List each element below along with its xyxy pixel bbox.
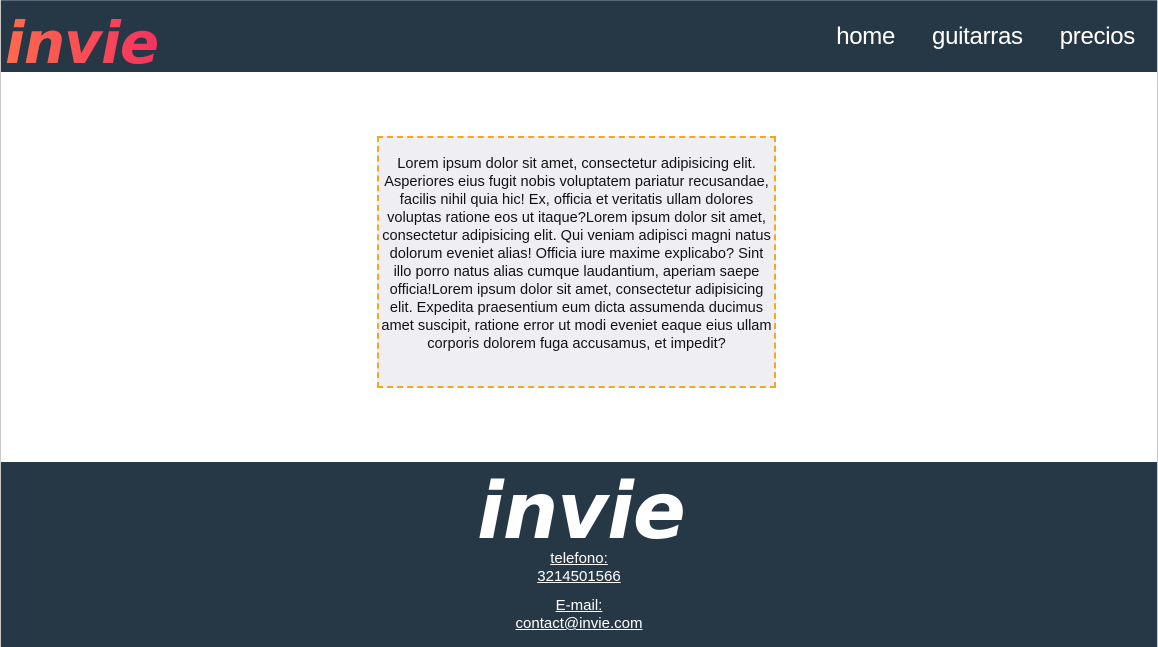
header-logo[interactable]: invie <box>5 3 197 77</box>
header-logo-text: invie <box>5 9 158 71</box>
footer-logo: invie <box>477 467 686 546</box>
nav-link-home[interactable]: home <box>836 23 895 51</box>
site-header: invie home guitarras precios <box>1 0 1157 77</box>
footer-logo-text: invie <box>477 467 685 546</box>
nav-link-precios[interactable]: precios <box>1060 23 1136 51</box>
lorem-content-box: Lorem ipsum dolor sit amet, consectetur … <box>377 136 776 388</box>
email-label[interactable]: E-mail: <box>556 597 603 614</box>
nav-link-guitarras[interactable]: guitarras <box>932 23 1023 51</box>
phone-label[interactable]: telefono: <box>550 550 608 567</box>
logo-graphic: invie <box>5 9 159 77</box>
email-link[interactable]: contact@invie.com <box>516 615 643 632</box>
email-block: E-mail: contact@invie.com <box>1 597 1157 633</box>
page: invie home guitarras precios Lorem ipsum… <box>0 0 1158 647</box>
phone-link[interactable]: 3214501566 <box>537 568 620 585</box>
phone-block: telefono: 3214501566 <box>1 550 1157 586</box>
lorem-paragraph: Lorem ipsum dolor sit amet, consectetur … <box>381 156 772 352</box>
main-nav: home guitarras precios <box>836 1 1135 73</box>
